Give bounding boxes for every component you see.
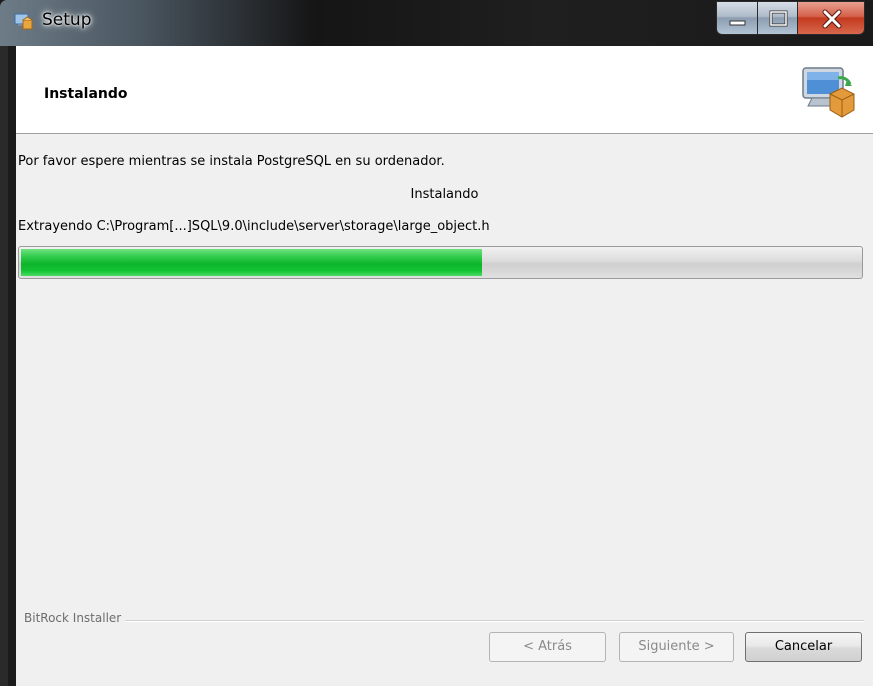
next-button[interactable]: Siguiente > <box>619 632 734 662</box>
minimize-button[interactable] <box>716 1 758 35</box>
maximize-icon <box>769 10 788 27</box>
install-progress-bar <box>18 246 863 279</box>
installer-brand-label: BitRock Installer <box>24 611 126 625</box>
title-bar[interactable]: Setup <box>0 0 873 46</box>
dialog-body: Instalando Por favor espere mientras se … <box>16 46 873 686</box>
minimize-icon <box>729 20 746 26</box>
window-left-edge <box>0 46 8 686</box>
cancel-button[interactable]: Cancelar <box>745 632 862 662</box>
page-title: Instalando <box>44 86 128 102</box>
close-icon <box>822 9 842 29</box>
progress-fill <box>21 249 482 276</box>
setup-app-icon <box>14 13 33 30</box>
close-button[interactable] <box>797 1 865 35</box>
setup-window: Setup Instalando Por favor espere mientr… <box>0 0 873 686</box>
install-status: Instalando <box>410 187 479 202</box>
window-title: Setup <box>42 10 92 30</box>
current-file-label: Extrayendo C:\Program[...]SQL\9.0\includ… <box>18 219 490 234</box>
install-message: Por favor espere mientras se instala Pos… <box>18 154 445 169</box>
footer-separator <box>24 620 864 622</box>
maximize-button[interactable] <box>757 1 798 35</box>
back-button[interactable]: < Atrás <box>489 632 606 662</box>
wizard-header: Instalando <box>16 46 873 134</box>
computer-package-icon <box>802 67 855 118</box>
